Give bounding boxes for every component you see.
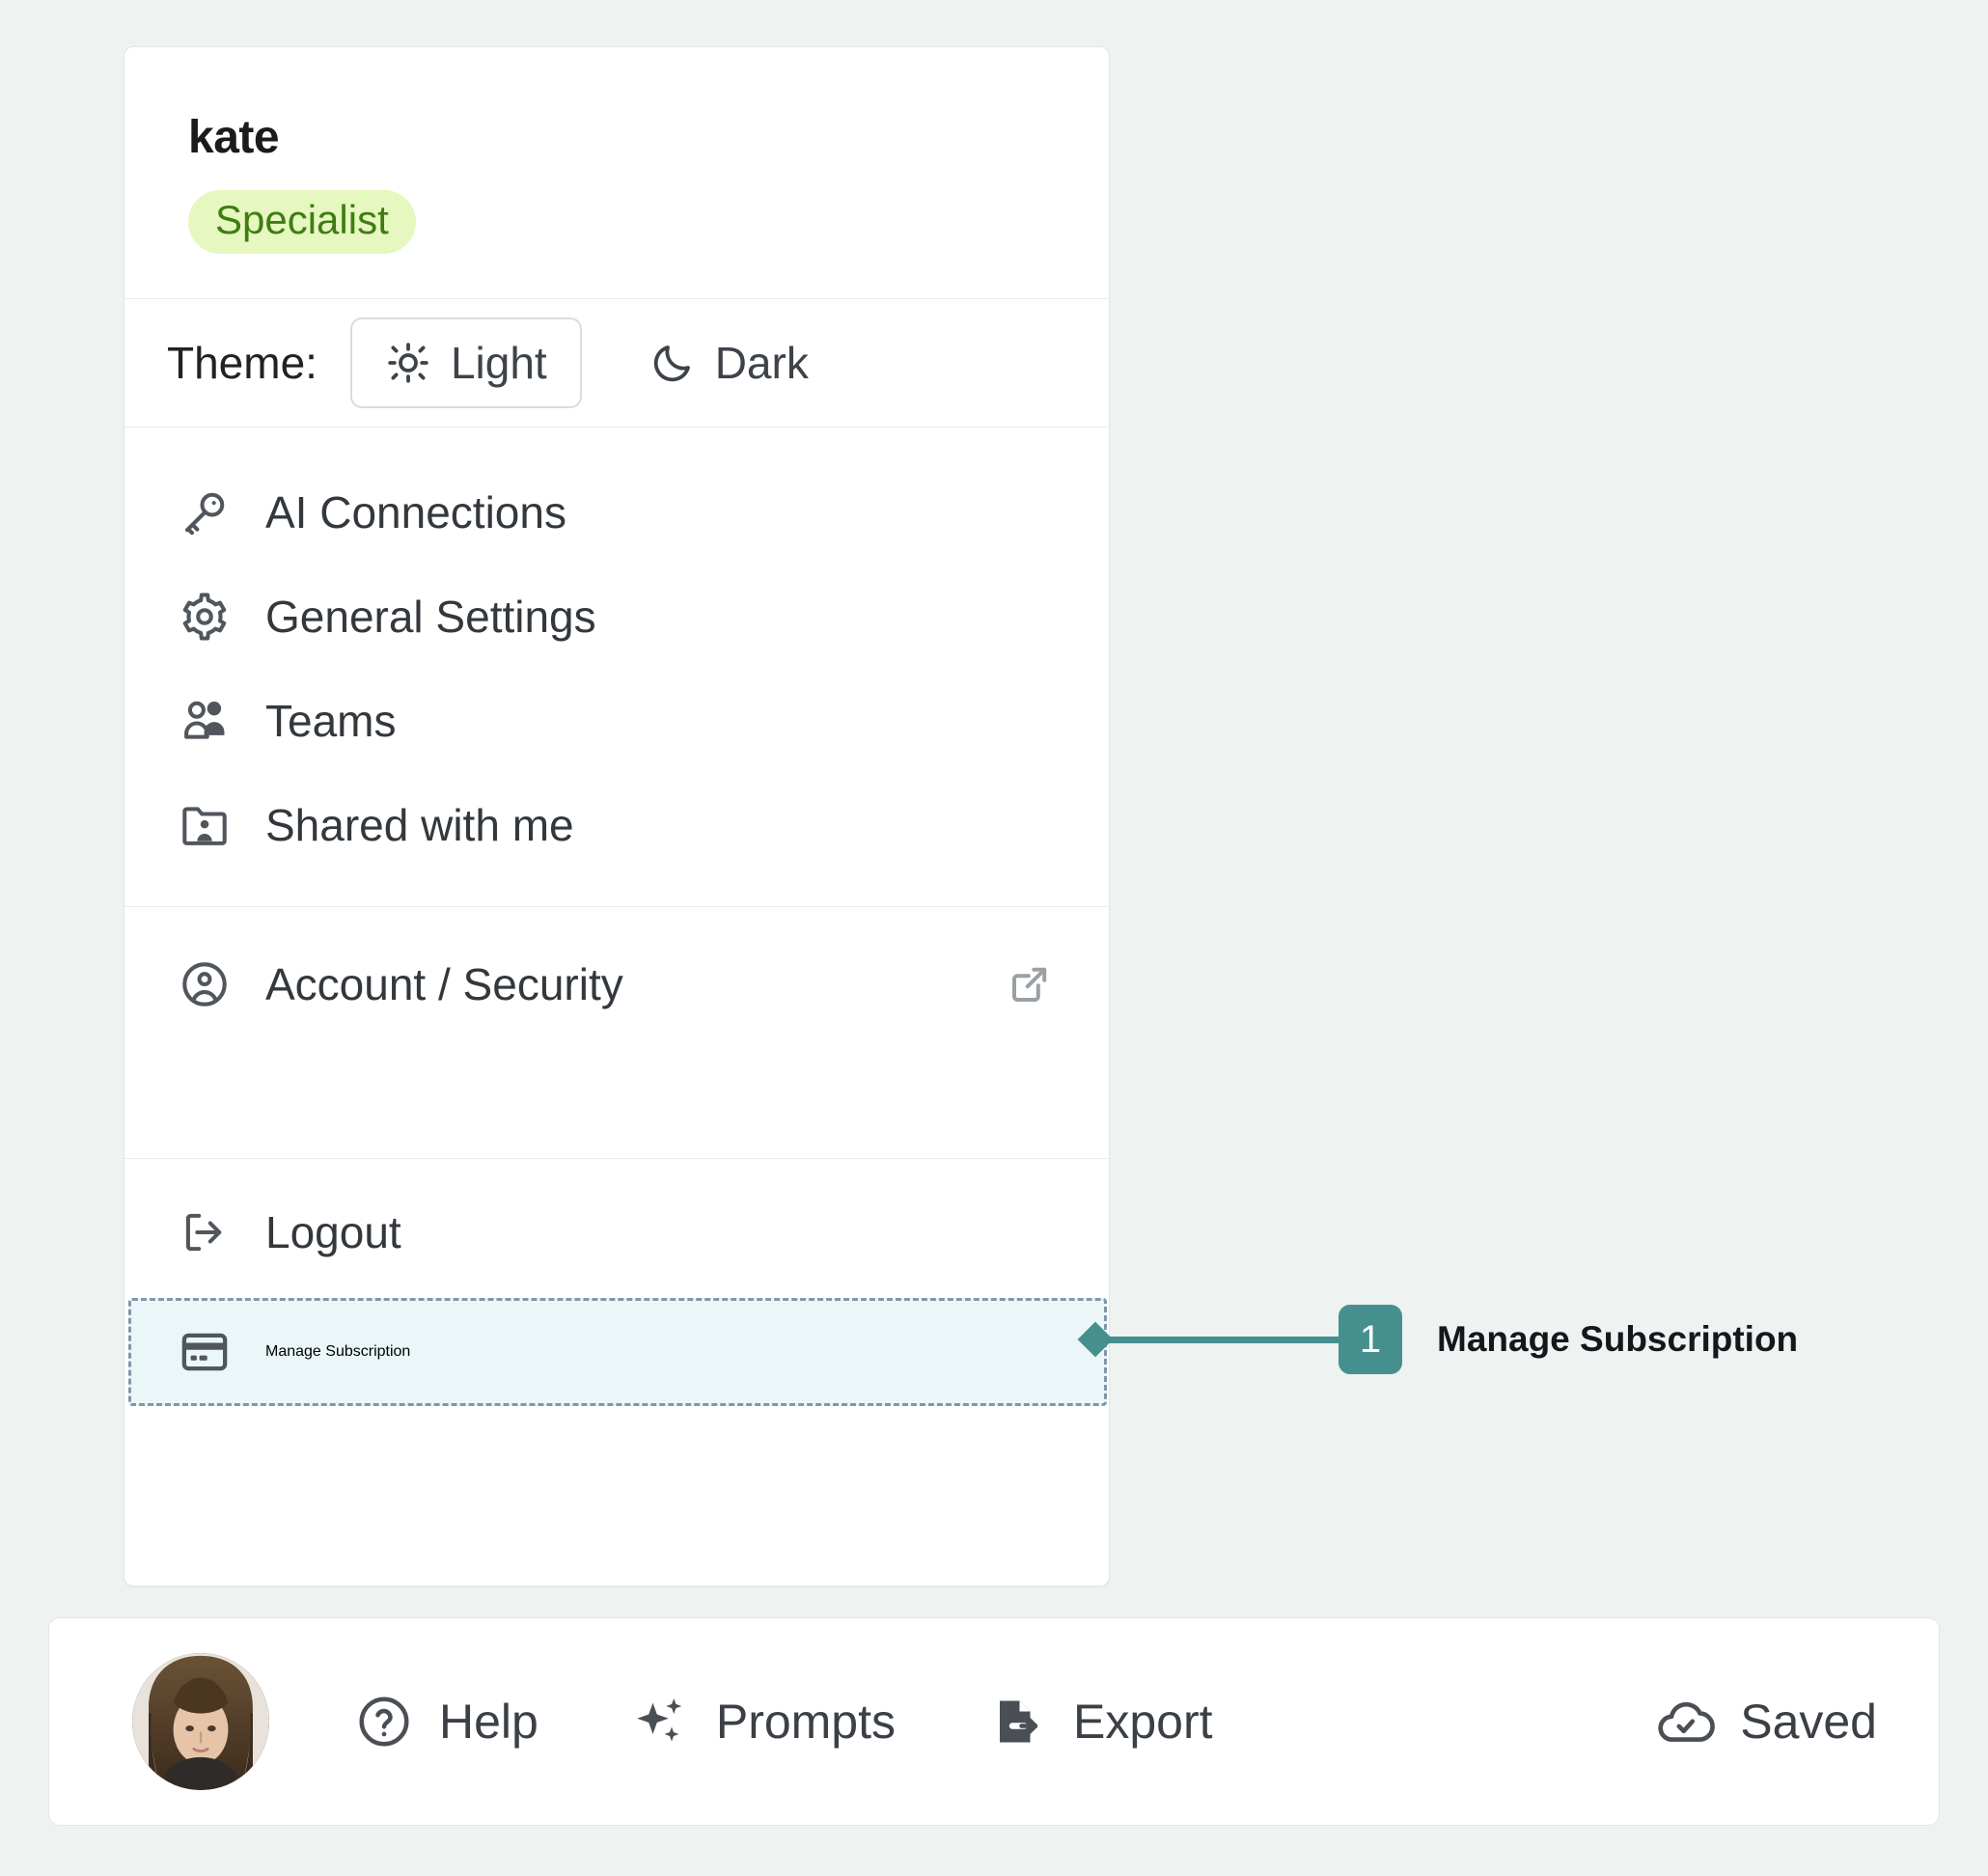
menu-group-logout: Logout (124, 1159, 1109, 1310)
question-circle-icon (354, 1692, 414, 1752)
menu-item-label: Manage Subscription (265, 1343, 411, 1360)
menu-item-label: General Settings (265, 592, 596, 642)
highlight-wrapper: Manage Subscription (124, 1298, 1111, 1406)
help-label: Help (439, 1695, 538, 1749)
export-button[interactable]: Export (988, 1692, 1213, 1752)
external-link-icon[interactable] (1007, 961, 1053, 1007)
menu-group-account: Account / Security (124, 907, 1109, 1158)
menu-item-label: Logout (265, 1207, 401, 1257)
help-button[interactable]: Help (354, 1692, 538, 1752)
account-menu-card: kate Specialist Theme: Light Dark AI Con… (124, 46, 1110, 1586)
sparkles-icon (631, 1692, 691, 1752)
moon-icon (649, 340, 696, 386)
credit-card-icon (179, 1326, 231, 1378)
gear-icon (179, 591, 231, 643)
plan-badge: Specialist (188, 190, 416, 254)
theme-label: Theme: (167, 338, 318, 388)
menu-group-primary: AI Connections General Settings Teams Sh… (124, 428, 1109, 906)
logout-icon (179, 1206, 231, 1258)
profile-name: kate (188, 112, 280, 163)
screen-root: kate Specialist Theme: Light Dark AI Con… (0, 0, 1988, 1876)
bottom-toolbar: Help Prompts Export Saved (48, 1617, 1940, 1826)
menu-item-label: Teams (265, 696, 397, 746)
theme-option-light-label: Light (450, 338, 547, 388)
menu-item-label: AI Connections (265, 487, 566, 538)
saved-status: Saved (1655, 1692, 1877, 1752)
theme-row: Theme: Light Dark (124, 299, 1109, 427)
annotation-callout: 1 Manage Subscription (1077, 1305, 1799, 1374)
key-icon (179, 486, 231, 538)
folder-user-icon (179, 799, 231, 851)
annotation-leader-line (1101, 1336, 1340, 1343)
annotation-label: Manage Subscription (1437, 1319, 1799, 1359)
annotation-diamond-icon (1077, 1321, 1114, 1358)
menu-item-label: Shared with me (265, 800, 574, 850)
theme-option-dark[interactable]: Dark (615, 317, 843, 408)
sun-icon (385, 340, 431, 386)
annotation-number-badge: 1 (1339, 1305, 1402, 1374)
export-file-icon (988, 1692, 1048, 1752)
prompts-label: Prompts (715, 1695, 897, 1749)
menu-item-manage-subscription[interactable]: Manage Subscription (124, 1298, 1111, 1406)
menu-item-logout[interactable]: Logout (124, 1180, 1109, 1284)
profile-header: kate Specialist (124, 47, 1109, 298)
prompts-button[interactable]: Prompts (631, 1692, 896, 1752)
cloud-check-icon (1655, 1692, 1716, 1752)
saved-label: Saved (1740, 1695, 1877, 1749)
menu-item-shared-with-me[interactable]: Shared with me (124, 773, 1109, 877)
menu-item-ai-connections[interactable]: AI Connections (124, 460, 1109, 565)
theme-option-light[interactable]: Light (349, 317, 582, 408)
users-icon (179, 695, 231, 747)
menu-item-teams[interactable]: Teams (124, 669, 1109, 773)
user-circle-icon (179, 958, 231, 1010)
avatar[interactable] (132, 1653, 269, 1790)
theme-option-dark-label: Dark (714, 338, 809, 388)
export-label: Export (1073, 1695, 1213, 1749)
menu-item-account-security[interactable]: Account / Security (124, 932, 1109, 1036)
menu-item-general-settings[interactable]: General Settings (124, 565, 1109, 669)
menu-item-label: Account / Security (265, 959, 623, 1009)
